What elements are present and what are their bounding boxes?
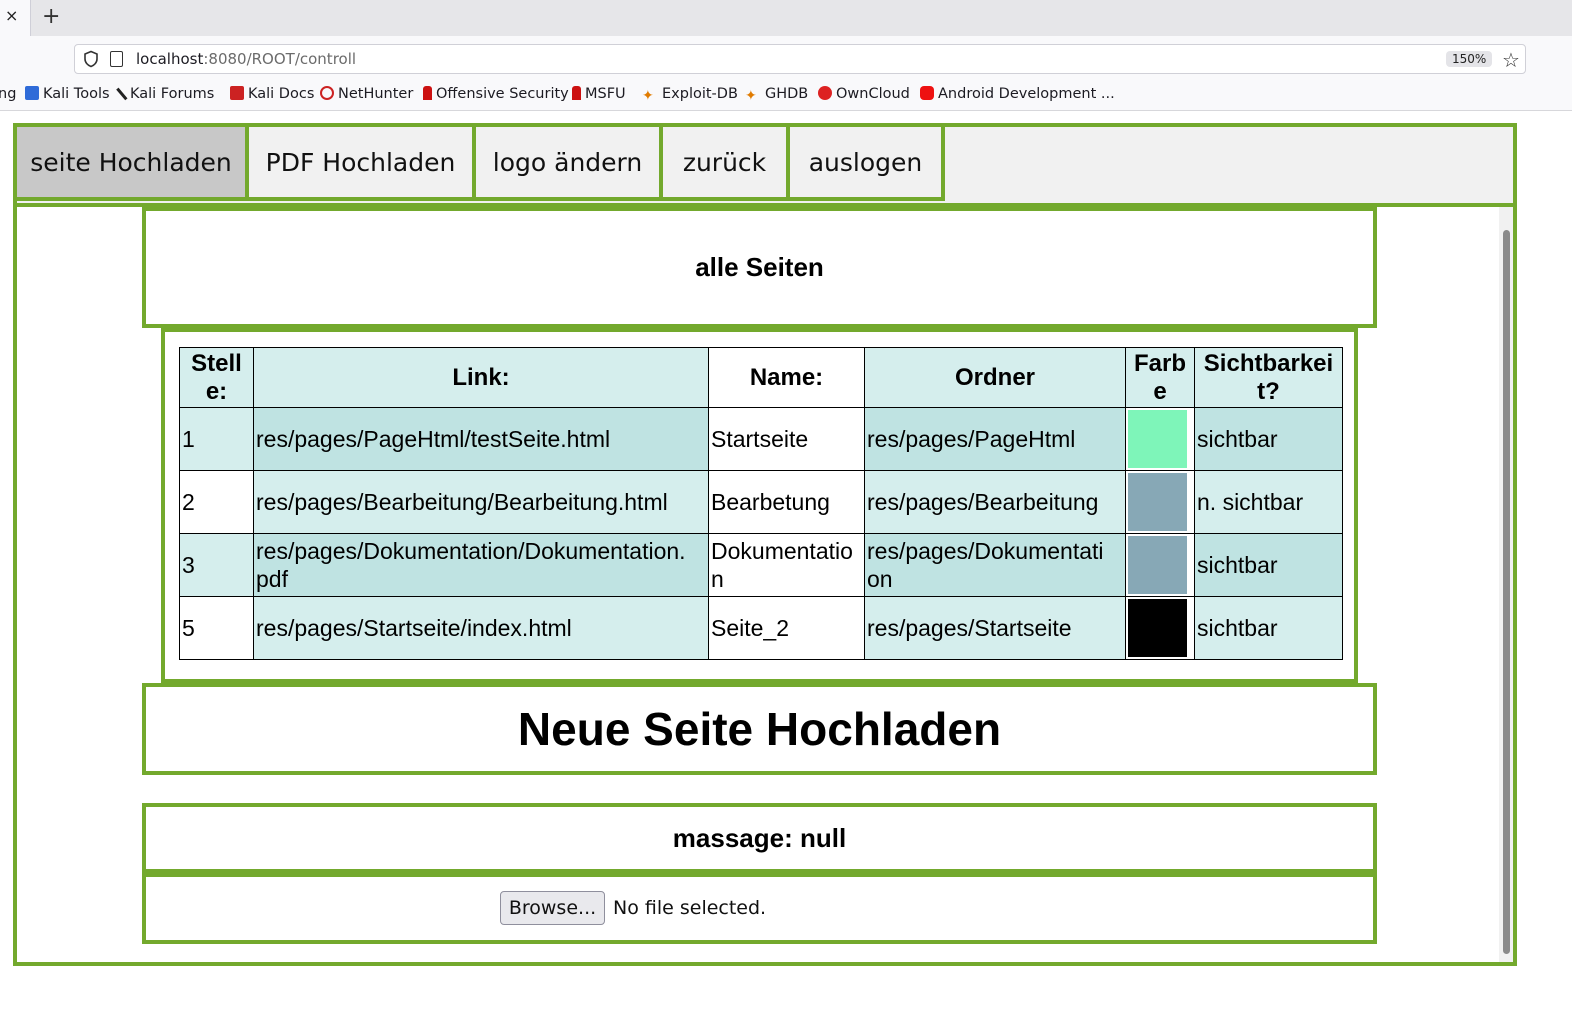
table-row: 5 res/pages/Startseite/index.html Seite_… <box>179 596 1343 660</box>
bookmark-label: Android Development ... <box>938 86 1115 102</box>
menu-pdf-hochladen[interactable]: PDF Hochladen <box>245 127 476 201</box>
cell-ordner: res/pages/Bearbeitung <box>864 470 1126 534</box>
cell-sichtbarkeit: sichtbar <box>1194 533 1343 597</box>
bookmark-star-icon[interactable]: ☆ <box>1502 48 1520 72</box>
page-icon <box>110 51 123 67</box>
table-row: 3 res/pages/Dokumentation/Dokumentation.… <box>179 533 1343 597</box>
cell-sichtbarkeit: sichtbar <box>1194 596 1343 660</box>
bookmark-label: NetHunter <box>338 86 414 102</box>
upload-heading: Neue Seite Hochladen <box>142 683 1377 775</box>
color-swatch <box>1128 599 1187 657</box>
column-header-ordner: Ordner <box>864 347 1126 408</box>
cell-stelle: 3 <box>179 533 254 597</box>
cell-link: res/pages/PageHtml/testSeite.html <box>253 407 709 471</box>
color-swatch <box>1128 473 1187 531</box>
cell-ordner: res/pages/Startseite <box>864 596 1126 660</box>
bookmark-kali-tools[interactable]: Kali Tools <box>25 86 110 102</box>
owncloud-icon <box>818 86 832 100</box>
close-tab-icon[interactable]: × <box>5 6 18 25</box>
scrollbar-thumb[interactable] <box>1503 230 1510 954</box>
bookmark-ghdb[interactable]: ✦ GHDB <box>745 86 808 103</box>
tab-strip <box>0 0 1572 36</box>
cell-link: res/pages/Bearbeitung/Bearbeitung.html <box>253 470 709 534</box>
message-heading: massage: null <box>142 803 1377 873</box>
cell-farbe <box>1125 407 1195 471</box>
cell-farbe <box>1125 533 1195 597</box>
bookmark-label: GHDB <box>765 86 809 102</box>
browse-button[interactable]: Browse... <box>500 891 605 925</box>
offensive-security-icon <box>423 86 432 100</box>
bookmark-nethunter[interactable]: NetHunter <box>320 86 413 102</box>
column-header-link: Link: <box>253 347 709 408</box>
shield-icon[interactable] <box>82 50 100 68</box>
url-host: localhost <box>136 50 204 68</box>
table-row: 2 res/pages/Bearbeitung/Bearbeitung.html… <box>179 470 1343 534</box>
cell-stelle: 1 <box>179 407 254 471</box>
table-row: 1 res/pages/PageHtml/testSeite.html Star… <box>179 407 1343 471</box>
url-text[interactable]: localhost:8080/ROOT/controll <box>136 50 356 68</box>
bookmark-msfu[interactable]: MSFU <box>572 86 626 102</box>
bookmark-label: OwnCloud <box>836 86 910 102</box>
bookmark-android-development[interactable]: Android Development ... <box>920 86 1115 102</box>
cell-ordner: res/pages/Dokumentati on <box>864 533 1126 597</box>
color-swatch <box>1128 536 1187 594</box>
bookmark-label: Offensive Security <box>436 86 569 102</box>
table-header-row: Stell e: Link: Name: Ordner Farb e Sichtba… <box>179 347 1343 408</box>
nethunter-icon <box>320 86 334 100</box>
new-tab-button[interactable]: + <box>42 4 60 29</box>
cell-ordner: res/pages/PageHtml <box>864 407 1126 471</box>
cell-sichtbarkeit: n. sichtbar <box>1194 470 1343 534</box>
bookmark-offensive-security[interactable]: Offensive Security <box>423 86 569 102</box>
column-header-stelle: Stell e: <box>179 347 254 408</box>
bookmark-label: MSFU <box>585 86 626 102</box>
file-status-text: No file selected. <box>613 897 767 919</box>
bookmark-label: Kali Tools <box>43 86 110 102</box>
bookmark-label: Kali Forums <box>130 86 215 102</box>
cell-sichtbarkeit: sichtbar <box>1194 407 1343 471</box>
bookmark-label: Kali Docs <box>248 86 315 102</box>
zoom-level-badge[interactable]: 150% <box>1446 51 1493 67</box>
pages-table: Stell e: Link: Name: Ordner Farb e Sichtba… <box>179 347 1343 660</box>
menu-logo-aendern[interactable]: logo ändern <box>472 127 663 201</box>
bookmark-owncloud[interactable]: OwnCloud <box>818 86 910 102</box>
cell-link: res/pages/Startseite/index.html <box>253 596 709 660</box>
bookmark-label: Exploit-DB <box>662 86 738 102</box>
menu-auslogen[interactable]: auslogen <box>786 127 945 201</box>
cell-name: Bearbetung <box>708 470 865 534</box>
kali-docs-icon <box>230 86 244 100</box>
cell-link: res/pages/Dokumentation/Dokumentation. pd… <box>253 533 709 597</box>
bookmark-partial[interactable]: ng <box>0 86 16 102</box>
msfu-icon <box>572 86 581 100</box>
cell-farbe <box>1125 596 1195 660</box>
bookmark-exploit-db[interactable]: ✦ Exploit-DB <box>642 86 738 103</box>
youtube-icon <box>920 86 934 100</box>
kali-tools-icon <box>25 86 39 100</box>
bookmark-kali-forums[interactable]: Kali Forums <box>116 85 215 102</box>
cell-farbe <box>1125 470 1195 534</box>
cell-name: Startseite <box>708 407 865 471</box>
column-header-name: Name: <box>708 347 865 408</box>
cell-stelle: 2 <box>179 470 254 534</box>
menu-zurueck[interactable]: zurück <box>659 127 790 201</box>
color-swatch <box>1128 410 1187 468</box>
menu-seite-hochladen[interactable]: seite Hochladen <box>13 127 249 201</box>
url-path: :8080/ROOT/controll <box>203 50 357 68</box>
bookmark-kali-docs[interactable]: Kali Docs <box>230 86 314 102</box>
cell-stelle: 5 <box>179 596 254 660</box>
ghdb-icon: ✦ <box>745 88 757 104</box>
exploit-db-icon: ✦ <box>642 88 654 104</box>
cell-name: Dokumentatio n <box>708 533 865 597</box>
column-header-farbe: Farb e <box>1125 347 1195 408</box>
all-pages-heading: alle Seiten <box>142 207 1377 328</box>
column-header-sichtbarkeit: Sichtbarkei t? <box>1194 347 1343 408</box>
cell-name: Seite_2 <box>708 596 865 660</box>
